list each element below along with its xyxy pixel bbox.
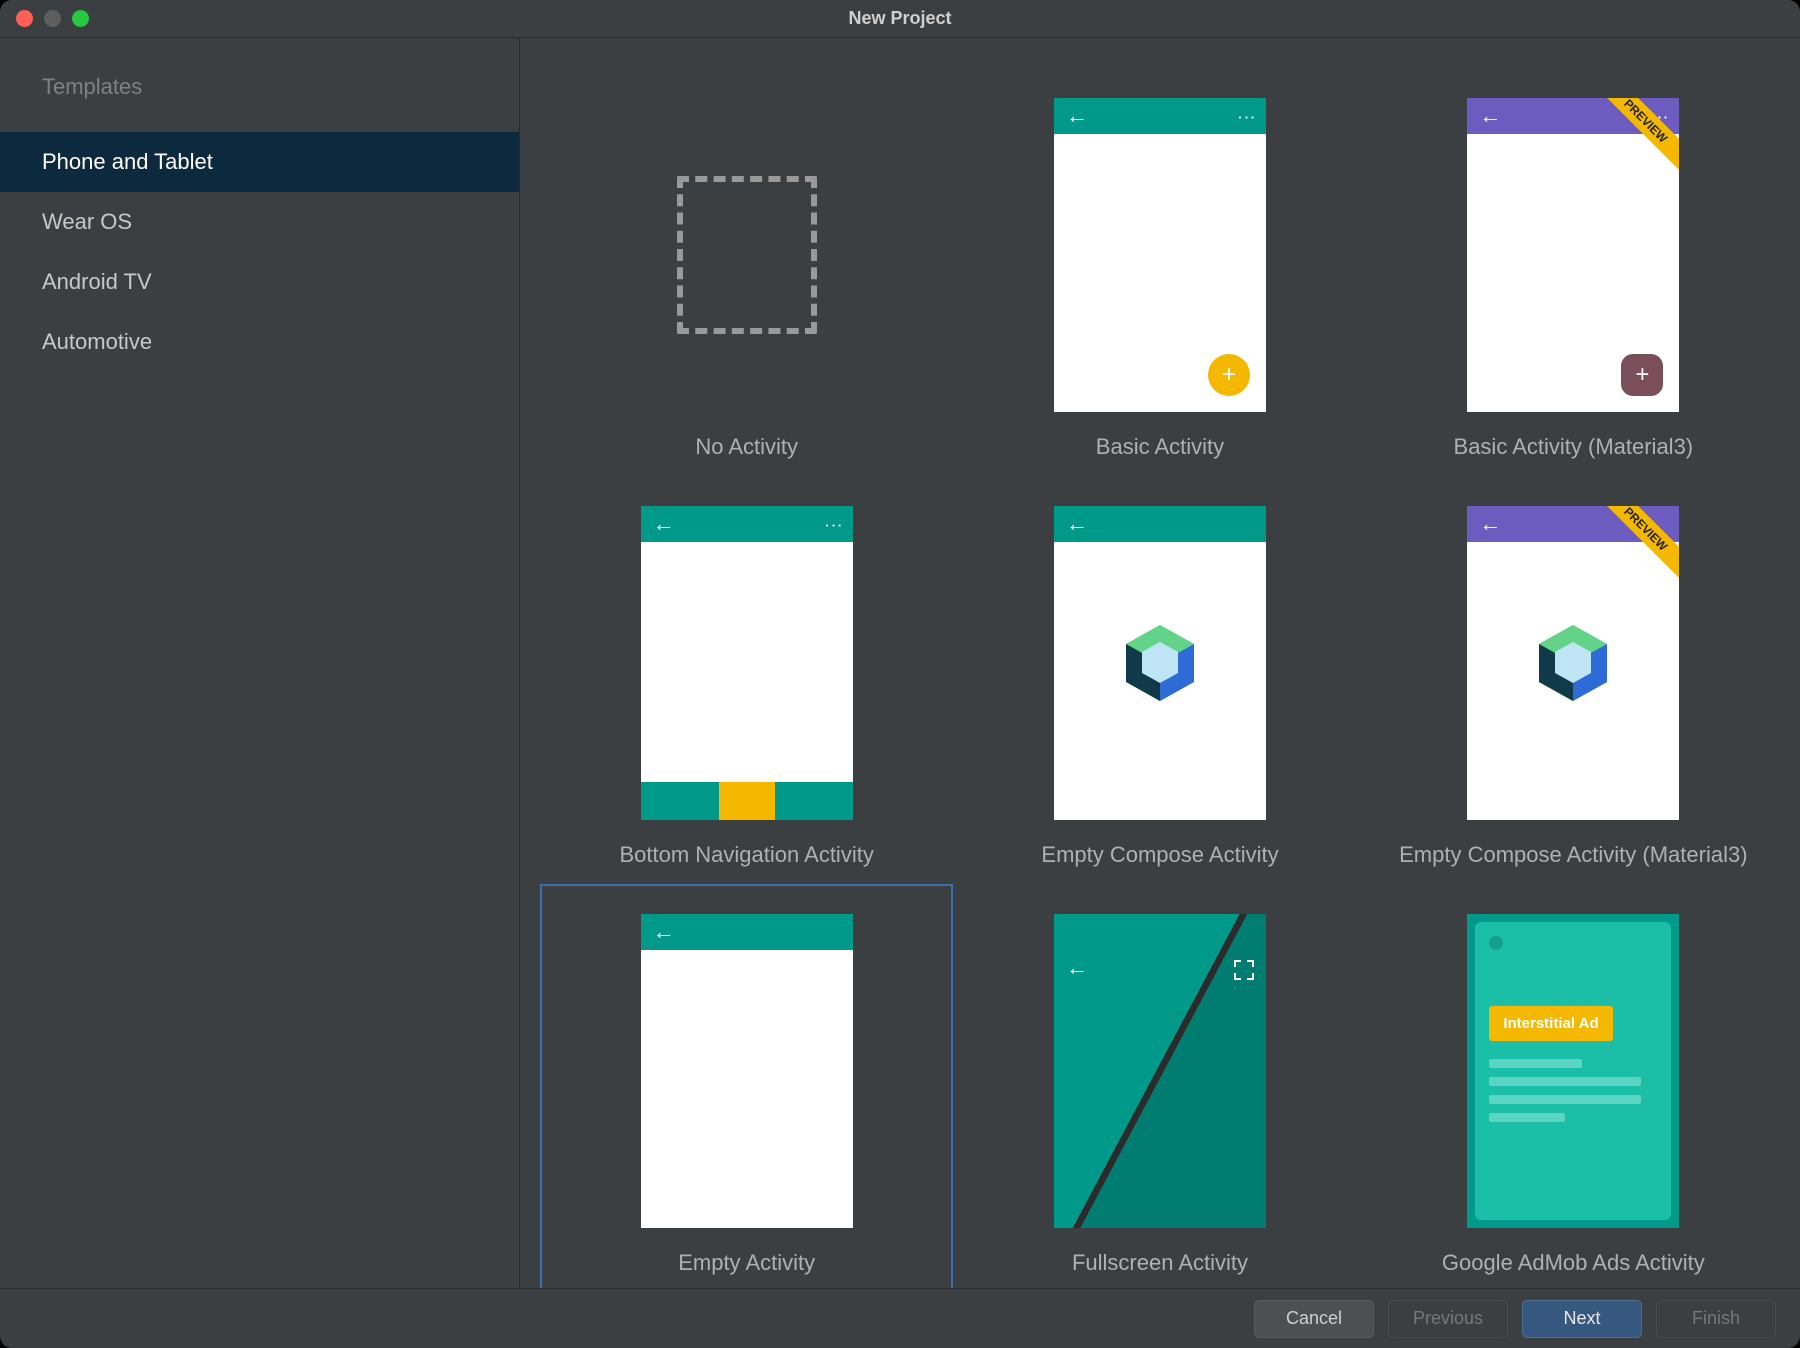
close-window-icon[interactable] [16,10,33,27]
appbar-icon: ← [641,914,853,950]
template-label: No Activity [695,434,798,460]
compose-logo-icon [1537,623,1609,703]
template-label: Empty Activity [678,1250,815,1276]
sidebar-item-android-tv[interactable]: Android TV [0,252,519,312]
appbar-icon: ← ⋮ [641,506,853,542]
template-thumbnail: ← ⋮ + [1054,98,1266,412]
template-label: Empty Compose Activity (Material3) [1399,842,1747,868]
back-arrow-icon: ← [1479,103,1501,129]
back-arrow-icon: ← [653,511,675,537]
template-label: Basic Activity [1096,434,1224,460]
back-arrow-icon: ← [1479,511,1501,537]
overflow-menu-icon: ⋮ [822,516,843,532]
next-button[interactable]: Next [1522,1300,1642,1338]
template-empty-compose-m3[interactable]: ← PREVIEW Empty Compose Activity (Materi… [1367,476,1780,884]
template-label: Bottom Navigation Activity [619,842,873,868]
template-no-activity[interactable]: No Activity [540,68,953,476]
bottom-nav-icon [641,782,853,820]
template-empty-activity[interactable]: ← Empty Activity [540,884,953,1288]
minimize-window-icon[interactable] [44,10,61,27]
fab-plus-icon: + [1208,354,1250,396]
template-gallery[interactable]: No Activity ← ⋮ + Basic Activity [520,38,1800,1288]
dialog-footer: Cancel Previous Next Finish [0,1288,1800,1348]
appbar-icon: ← [1054,506,1266,542]
titlebar: New Project [0,0,1800,38]
back-arrow-icon: ← [653,919,675,945]
ad-card-icon: Interstitial Ad [1475,922,1671,1220]
template-label: Basic Activity (Material3) [1454,434,1694,460]
ad-button-label: Interstitial Ad [1489,1006,1612,1041]
window-controls [16,10,89,27]
overflow-menu-icon: ⋮ [1235,108,1256,124]
template-basic-activity[interactable]: ← ⋮ + Basic Activity [953,68,1366,476]
template-thumbnail: Interstitial Ad [1467,914,1679,1228]
template-thumbnail: ← ← [1054,914,1266,1228]
template-label: Google AdMob Ads Activity [1442,1250,1705,1276]
template-thumbnail [641,98,853,412]
template-thumbnail: ← PREVIEW [1467,506,1679,820]
fab-plus-icon: + [1621,354,1663,396]
dialog-body: Templates Phone and Tablet Wear OS Andro… [0,38,1800,1288]
new-project-window: New Project Templates Phone and Tablet W… [0,0,1800,1348]
dashed-placeholder-icon [677,176,817,334]
compose-logo-icon [1124,623,1196,703]
template-thumbnail: ← ⋮ [641,506,853,820]
template-thumbnail: ← [1054,506,1266,820]
template-fullscreen-activity[interactable]: ← ← Fullscreen Activity [953,884,1366,1288]
template-basic-activity-m3[interactable]: ← ⋮ PREVIEW + Basic Activity (Material3) [1367,68,1780,476]
sidebar-heading: Templates [0,56,519,132]
sidebar-item-phone-tablet[interactable]: Phone and Tablet [0,132,519,192]
cancel-button[interactable]: Cancel [1254,1300,1374,1338]
zoom-window-icon[interactable] [72,10,89,27]
template-bottom-navigation[interactable]: ← ⋮ Bottom Navigation Activity [540,476,953,884]
appbar-icon: ← ⋮ [1054,98,1266,134]
sidebar-item-automotive[interactable]: Automotive [0,312,519,372]
template-label: Empty Compose Activity [1041,842,1278,868]
window-title: New Project [848,8,951,29]
template-thumbnail: ← [641,914,853,1228]
back-arrow-icon: ← [1066,955,1088,981]
template-thumbnail: ← ⋮ PREVIEW + [1467,98,1679,412]
back-arrow-icon: ← [1066,511,1088,537]
back-arrow-icon: ← [1066,103,1088,129]
template-admob-ads[interactable]: Interstitial Ad Google AdMob Ads Activit… [1367,884,1780,1288]
template-label: Fullscreen Activity [1072,1250,1248,1276]
templates-sidebar: Templates Phone and Tablet Wear OS Andro… [0,38,520,1288]
fullscreen-icon [1234,960,1254,980]
template-empty-compose[interactable]: ← Empty Compose Activity [953,476,1366,884]
previous-button[interactable]: Previous [1388,1300,1508,1338]
sidebar-item-wear-os[interactable]: Wear OS [0,192,519,252]
finish-button[interactable]: Finish [1656,1300,1776,1338]
